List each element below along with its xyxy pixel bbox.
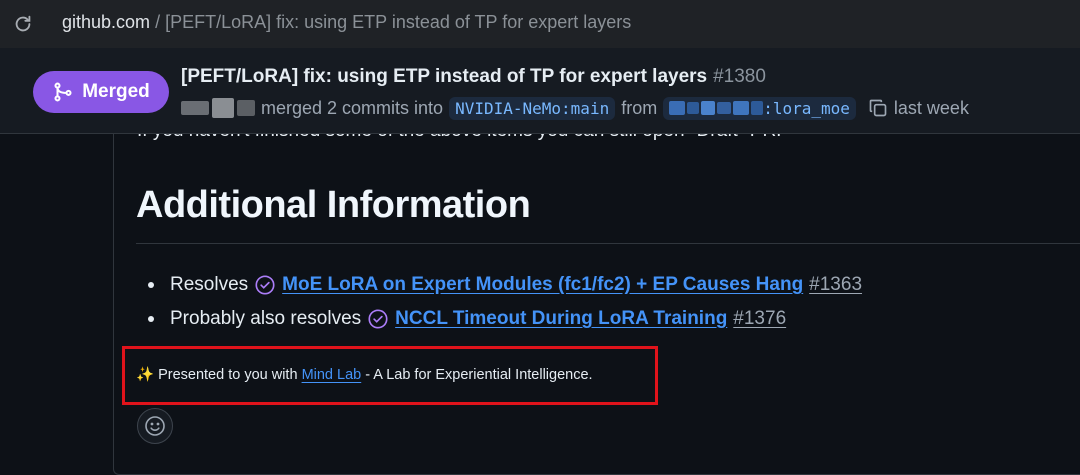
pr-number: #1380 bbox=[713, 66, 766, 87]
reload-icon[interactable] bbox=[12, 13, 34, 35]
head-branch[interactable]: :lora_moe bbox=[663, 96, 856, 120]
pr-title-text: [PEFT/LoRA] fix: using ETP instead of TP… bbox=[181, 66, 708, 87]
issue-link[interactable]: MoE LoRA on Expert Modules (fc1/fc2) + E… bbox=[282, 274, 803, 296]
head-branch-name: :lora_moe bbox=[763, 98, 850, 118]
pr-meta-line: merged 2 commits into NVIDIA-NeMo:main f… bbox=[181, 94, 969, 122]
author-avatar[interactable] bbox=[181, 98, 255, 118]
merged-label: Merged bbox=[82, 81, 150, 102]
issue-number[interactable]: #1363 bbox=[809, 274, 862, 296]
browser-address-bar: github.com / [PEFT/LoRA] fix: using ETP … bbox=[0, 0, 1080, 48]
pr-title: [PEFT/LoRA] fix: using ETP instead of TP… bbox=[181, 66, 766, 88]
presented-by-line: ✨ Presented to you with Mind Lab - A Lab… bbox=[136, 366, 593, 383]
list-item-prefix: Probably also resolves bbox=[170, 308, 362, 329]
url-field[interactable]: github.com / [PEFT/LoRA] fix: using ETP … bbox=[62, 12, 631, 33]
merged-text: merged 2 commits into bbox=[261, 97, 444, 118]
add-reaction-button[interactable] bbox=[137, 408, 173, 444]
issue-link[interactable]: NCCL Timeout During LoRA Training bbox=[395, 308, 727, 330]
url-path: / [PEFT/LoRA] fix: using ETP instead of … bbox=[150, 12, 632, 32]
merged-status-badge: Merged bbox=[33, 71, 169, 113]
issue-number[interactable]: #1376 bbox=[733, 308, 786, 330]
from-text: from bbox=[621, 97, 658, 118]
pr-sticky-header: Merged [PEFT/LoRA] fix: using ETP instea… bbox=[0, 48, 1080, 134]
list-item-prefix: Resolves bbox=[170, 274, 249, 295]
closed-issue-icon bbox=[255, 275, 275, 295]
closed-issue-icon bbox=[368, 309, 388, 329]
copy-icon[interactable] bbox=[868, 98, 888, 118]
list-item: Probably also resolves NCCL Timeout Duri… bbox=[148, 302, 862, 336]
merge-icon bbox=[54, 82, 72, 102]
bullet-dot bbox=[148, 282, 154, 288]
bullet-dot bbox=[148, 316, 154, 322]
mind-lab-link[interactable]: Mind Lab bbox=[302, 367, 362, 383]
merge-time: last week bbox=[893, 97, 969, 118]
presented-suffix: - A Lab for Experiential Intelligence. bbox=[361, 367, 593, 383]
section-heading: Additional Information bbox=[136, 184, 531, 226]
list-item: Resolves MoE LoRA on Expert Modules (fc1… bbox=[148, 268, 862, 302]
presented-prefix: ✨ Presented to you with bbox=[136, 367, 302, 383]
heading-divider bbox=[136, 243, 1080, 244]
base-branch[interactable]: NVIDIA-NeMo:main bbox=[449, 96, 616, 120]
url-host: github.com bbox=[62, 12, 151, 32]
smiley-icon bbox=[145, 416, 165, 436]
resolves-list: Resolves MoE LoRA on Expert Modules (fc1… bbox=[148, 268, 862, 336]
